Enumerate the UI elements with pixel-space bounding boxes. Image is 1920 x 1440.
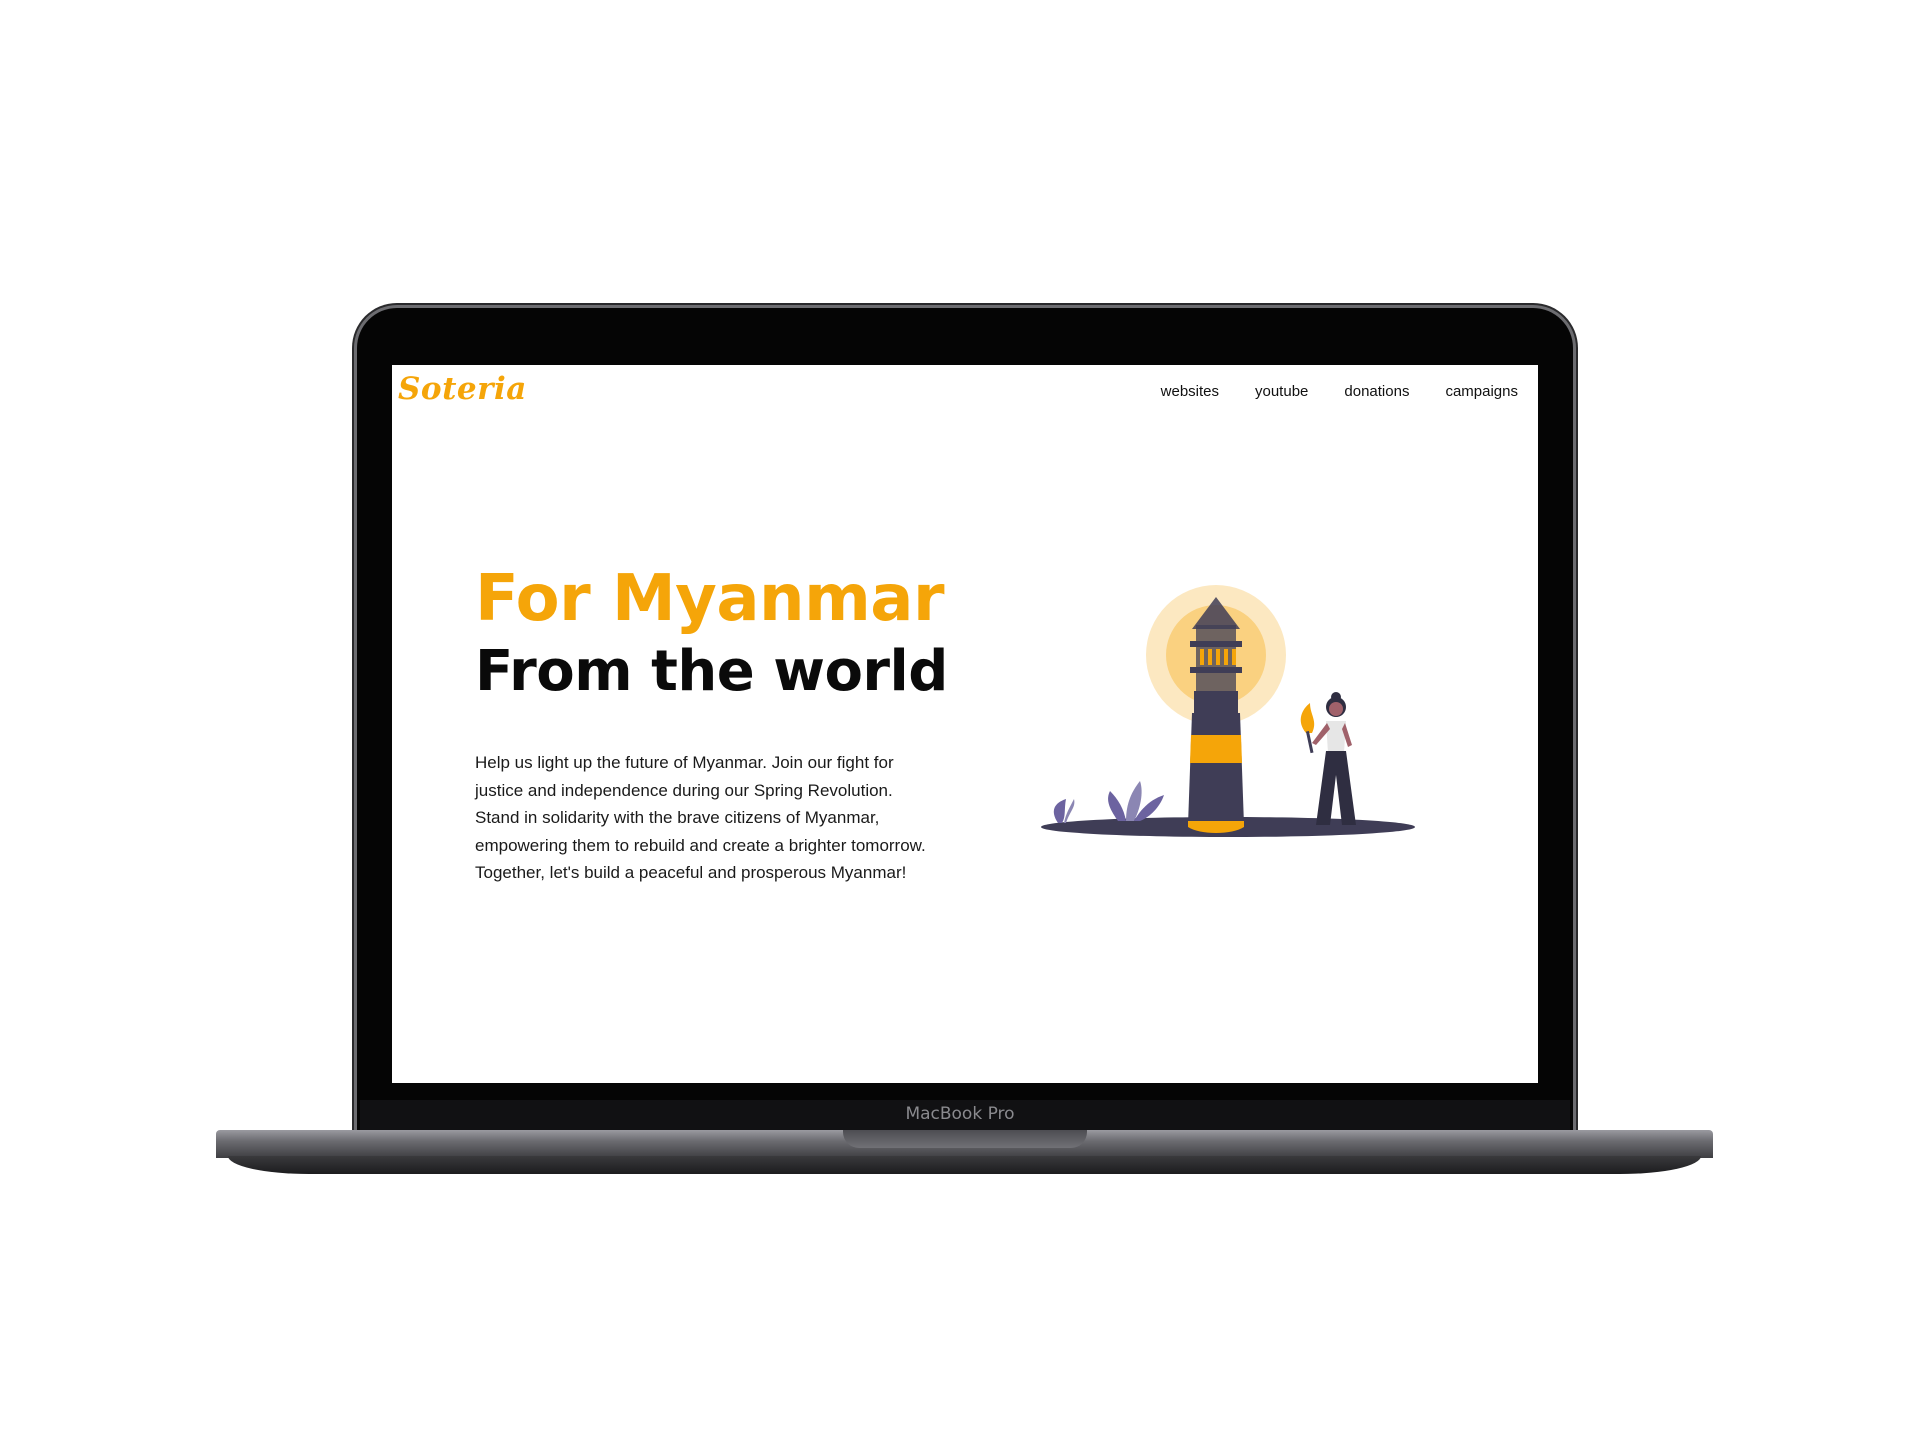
hero-illustration bbox=[1041, 585, 1415, 837]
hero-title-secondary: From the world bbox=[475, 639, 948, 704]
plant-icon bbox=[1053, 781, 1164, 823]
nav-youtube[interactable]: youtube bbox=[1255, 383, 1308, 400]
mockup-stage: MacBook Pro Soteria websites youtube don… bbox=[0, 0, 1920, 1440]
hero-description-line: empowering them to rebuild and create a … bbox=[475, 835, 926, 855]
hero-description-line: justice and independence during our Spri… bbox=[475, 780, 893, 800]
woman-with-torch-icon bbox=[1300, 692, 1356, 825]
laptop-notch bbox=[843, 1130, 1087, 1148]
hero-title-primary: For Myanmar bbox=[475, 562, 945, 636]
site-logo[interactable]: Soteria bbox=[398, 371, 527, 407]
hero-description-line: Stand in solidarity with the brave citiz… bbox=[475, 808, 880, 827]
top-nav: websites youtube donations campaigns bbox=[1161, 383, 1518, 400]
device-label: MacBook Pro bbox=[905, 1104, 1015, 1124]
nav-websites[interactable]: websites bbox=[1161, 383, 1219, 400]
laptop-base-bottom bbox=[228, 1156, 1701, 1174]
nav-donations[interactable]: donations bbox=[1344, 383, 1409, 400]
hero-description-line: Together, let's build a peaceful and pro… bbox=[475, 863, 907, 882]
laptop-screen: Soteria websites youtube donations campa… bbox=[392, 365, 1538, 1083]
lighthouse-icon bbox=[1146, 585, 1286, 833]
nav-campaigns[interactable]: campaigns bbox=[1445, 383, 1518, 400]
hero-description-line: Help us light up the future of Myanmar. … bbox=[475, 753, 894, 772]
hero-description: Help us light up the future of Myanmar. … bbox=[475, 749, 975, 887]
